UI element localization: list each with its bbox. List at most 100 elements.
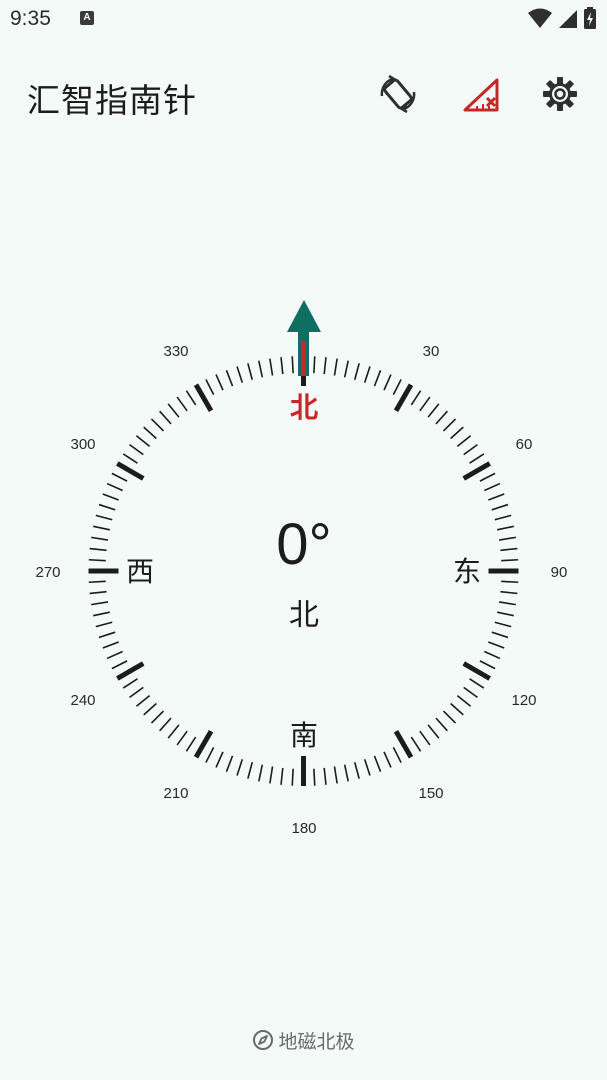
app-title: 汇智指南针 [27, 81, 197, 120]
minor-tick [383, 374, 392, 391]
degree-label-240: 240 [70, 692, 95, 709]
minor-tick [498, 536, 516, 541]
minor-tick [488, 493, 505, 501]
minor-tick [469, 678, 485, 689]
settings-icon [543, 77, 577, 111]
minor-tick [106, 650, 123, 660]
compass-app-screen: 9:35 A 汇智指南针 30 60 90 120 150 180 210 24… [0, 0, 607, 1080]
minor-tick [363, 366, 371, 383]
degree-label-60: 60 [516, 436, 533, 453]
major-tick [193, 383, 214, 413]
minor-tick [247, 363, 254, 380]
minor-tick [313, 356, 316, 374]
minor-tick [280, 767, 284, 785]
notification-icon: A [80, 11, 94, 25]
degree-label-30: 30 [423, 343, 440, 360]
minor-tick [269, 766, 274, 784]
minor-tick [494, 514, 512, 521]
minor-tick [236, 759, 244, 776]
minor-tick [102, 641, 119, 649]
minor-tick [419, 730, 431, 746]
degree-label-90: 90 [551, 564, 568, 581]
minor-tick [410, 390, 422, 406]
major-tick [393, 729, 414, 759]
compass-dial-area: 30 60 90 120 150 180 210 240 270 300 330… [0, 270, 607, 870]
minor-tick [497, 611, 514, 617]
minor-tick [98, 631, 116, 639]
heading-value: 0° [276, 512, 331, 577]
cardinal-north: 北 [290, 391, 318, 424]
minor-tick [176, 730, 188, 746]
minor-tick [479, 472, 496, 482]
minor-tick [111, 472, 128, 482]
degree-label-300: 300 [70, 436, 95, 453]
app-bar: 汇智指南针 [0, 60, 607, 132]
minor-tick [167, 724, 180, 739]
minor-tick [258, 360, 264, 378]
major-tick [393, 383, 414, 413]
major-tick [462, 461, 491, 481]
minor-tick [333, 358, 338, 376]
minor-tick [410, 736, 422, 752]
screen-rotate-button[interactable] [374, 70, 422, 118]
minor-tick [88, 580, 106, 584]
minor-tick [225, 369, 234, 387]
minor-tick [488, 641, 505, 649]
minor-tick [501, 558, 519, 562]
minor-tick [463, 443, 478, 456]
minor-tick [500, 547, 518, 552]
minor-tick [501, 580, 519, 584]
minor-tick [383, 751, 392, 768]
minor-tick [497, 525, 514, 531]
status-time: 9:35 [10, 7, 51, 30]
minor-tick [323, 767, 327, 785]
degree-label-270: 270 [35, 564, 60, 581]
minor-tick [122, 678, 138, 689]
minor-tick [479, 660, 496, 670]
minor-tick [215, 374, 224, 391]
minor-tick [93, 611, 110, 617]
minor-tick [373, 755, 382, 773]
minor-tick [343, 764, 349, 782]
minor-tick [143, 426, 157, 440]
settings-button[interactable] [536, 70, 584, 118]
cardinal-west: 西 [126, 555, 154, 588]
minor-tick [89, 590, 107, 595]
minor-tick [484, 482, 501, 492]
minor-tick [343, 360, 349, 378]
minor-tick [427, 724, 440, 739]
degree-label-150: 150 [418, 785, 443, 802]
minor-tick [269, 358, 274, 376]
minor-tick [442, 418, 457, 432]
magnetic-north-toggle[interactable]: 地磁北极 [0, 1025, 607, 1055]
minor-tick [392, 747, 402, 763]
level-toggle-button[interactable] [457, 70, 505, 118]
minor-tick [135, 435, 151, 448]
major-tick [193, 729, 214, 759]
minor-tick [463, 686, 478, 699]
heading-direction: 北 [289, 598, 319, 633]
minor-tick [111, 660, 128, 670]
minor-tick [333, 766, 338, 784]
minor-tick [159, 717, 172, 732]
minor-tick [95, 621, 113, 628]
minor-tick [225, 755, 234, 773]
minor-tick [95, 514, 113, 521]
footer-label: 地磁北极 [278, 1030, 355, 1053]
major-tick [116, 461, 145, 481]
minor-tick [491, 503, 509, 511]
minor-tick [185, 390, 197, 406]
minor-tick [176, 396, 188, 412]
minor-tick [129, 686, 144, 699]
major-tick [462, 661, 491, 681]
signal-icon [559, 10, 577, 28]
minor-tick [484, 650, 501, 660]
degree-label-120: 120 [511, 692, 536, 709]
minor-tick [106, 482, 123, 492]
minor-tick [102, 493, 119, 501]
minor-tick [353, 363, 360, 380]
minor-tick [291, 768, 294, 786]
degree-label-180: 180 [291, 820, 316, 837]
minor-tick [89, 547, 107, 552]
minor-tick [91, 536, 109, 541]
